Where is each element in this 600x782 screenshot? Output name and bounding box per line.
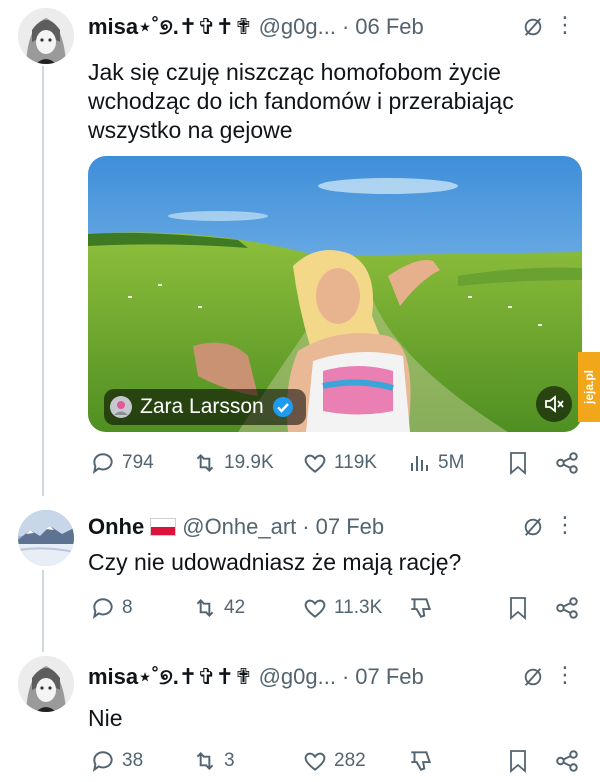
view-count: 5M bbox=[438, 452, 465, 473]
like-count: 282 bbox=[334, 750, 366, 771]
tweet-date[interactable]: 07 Feb bbox=[316, 514, 385, 540]
tweet-date[interactable]: 07 Feb bbox=[355, 664, 424, 690]
video-caption[interactable]: Zara Larsson bbox=[104, 389, 306, 425]
like-icon bbox=[304, 752, 326, 771]
user-handle[interactable]: @g0g... bbox=[259, 14, 336, 40]
verified-icon bbox=[272, 397, 293, 417]
user-icon bbox=[110, 396, 132, 418]
repost-button[interactable]: 19.9K bbox=[192, 450, 274, 476]
like-button[interactable]: 119K bbox=[302, 450, 377, 476]
like-icon bbox=[304, 599, 326, 618]
display-name[interactable]: Onhe bbox=[88, 514, 144, 540]
reply-icon bbox=[92, 751, 113, 772]
grok-icon[interactable] bbox=[522, 666, 544, 688]
like-button[interactable]: 11.3K bbox=[302, 595, 382, 621]
tweet-actions: 8 42 11.3K bbox=[88, 593, 582, 623]
repost-icon bbox=[196, 454, 214, 472]
repost-icon bbox=[196, 752, 214, 770]
like-icon bbox=[304, 454, 326, 473]
user-handle[interactable]: @g0g... bbox=[259, 664, 336, 690]
more-icon[interactable]: ⋮ bbox=[554, 14, 576, 36]
tweet-text: Jak się czuję niszcząc homofobom życie w… bbox=[88, 59, 514, 143]
reply-button[interactable]: 794 bbox=[90, 450, 154, 476]
reply-button[interactable]: 38 bbox=[90, 748, 143, 774]
grok-icon[interactable] bbox=[522, 516, 544, 538]
tweet-text: Czy nie udowadniasz że mają rację? bbox=[88, 549, 462, 575]
repost-count: 3 bbox=[224, 750, 235, 771]
dislike-icon[interactable] bbox=[408, 595, 434, 621]
bookmark-icon[interactable] bbox=[506, 450, 530, 476]
like-count: 119K bbox=[334, 452, 377, 473]
reply-icon bbox=[92, 598, 113, 619]
repost-count: 19.9K bbox=[224, 452, 274, 473]
display-name[interactable]: misa⋆˚୭.✝︎✞✝︎✟ bbox=[88, 664, 253, 690]
repost-icon bbox=[196, 599, 214, 617]
repost-count: 42 bbox=[224, 597, 246, 618]
bookmark-icon[interactable] bbox=[506, 748, 530, 774]
user-handle[interactable]: @Onhe_art bbox=[182, 514, 296, 540]
reply-count: 794 bbox=[122, 452, 154, 473]
dislike-icon[interactable] bbox=[408, 748, 434, 774]
views-button[interactable]: 5M bbox=[408, 451, 464, 475]
reply-button[interactable]: 8 bbox=[90, 595, 133, 621]
tweet-3[interactable]: misa⋆˚୭.✝︎✞✝︎✟ @g0g... · 07 Feb ⋮ Nie 38… bbox=[0, 648, 600, 782]
tweet-1[interactable]: misa⋆˚୭.✝︎✞✝︎✟ @g0g... · 06 Feb ⋮ Jak si… bbox=[0, 0, 600, 500]
repost-button[interactable]: 42 bbox=[192, 595, 245, 621]
watermark: jeja.pl bbox=[578, 352, 600, 422]
avatar[interactable] bbox=[18, 8, 74, 64]
views-icon bbox=[411, 456, 428, 471]
display-name[interactable]: misa⋆˚୭.✝︎✞✝︎✟ bbox=[88, 14, 253, 40]
caption-name: Zara Larsson bbox=[140, 395, 264, 418]
share-icon[interactable] bbox=[554, 595, 580, 621]
like-count: 11.3K bbox=[334, 597, 383, 618]
separator-dot: · bbox=[341, 14, 350, 39]
share-icon[interactable] bbox=[554, 450, 580, 476]
mute-button[interactable] bbox=[536, 386, 572, 422]
tweet-text: Nie bbox=[88, 705, 123, 731]
grok-icon[interactable] bbox=[522, 16, 544, 38]
share-icon[interactable] bbox=[554, 748, 580, 774]
bookmark-icon[interactable] bbox=[506, 595, 530, 621]
like-button[interactable]: 282 bbox=[302, 748, 366, 774]
avatar[interactable] bbox=[18, 510, 74, 566]
repost-button[interactable]: 3 bbox=[192, 748, 235, 774]
separator-dot: · bbox=[302, 514, 310, 539]
reply-count: 8 bbox=[122, 597, 133, 618]
poland-flag-icon bbox=[150, 518, 177, 536]
separator-dot: · bbox=[341, 664, 350, 689]
tweet-date[interactable]: 06 Feb bbox=[355, 14, 424, 40]
tweet-actions: 38 3 282 bbox=[88, 746, 582, 776]
reply-count: 38 bbox=[122, 750, 144, 771]
mute-icon bbox=[545, 395, 564, 413]
avatar[interactable] bbox=[18, 656, 74, 712]
reply-icon bbox=[92, 453, 113, 474]
more-icon[interactable]: ⋮ bbox=[554, 664, 576, 686]
tweet-actions: 794 19.9K 119K 5M bbox=[88, 448, 582, 478]
tweet-2[interactable]: Onhe @Onhe_art · 07 Feb ⋮ Czy nie udowad… bbox=[0, 500, 600, 646]
more-icon[interactable]: ⋮ bbox=[554, 514, 576, 536]
